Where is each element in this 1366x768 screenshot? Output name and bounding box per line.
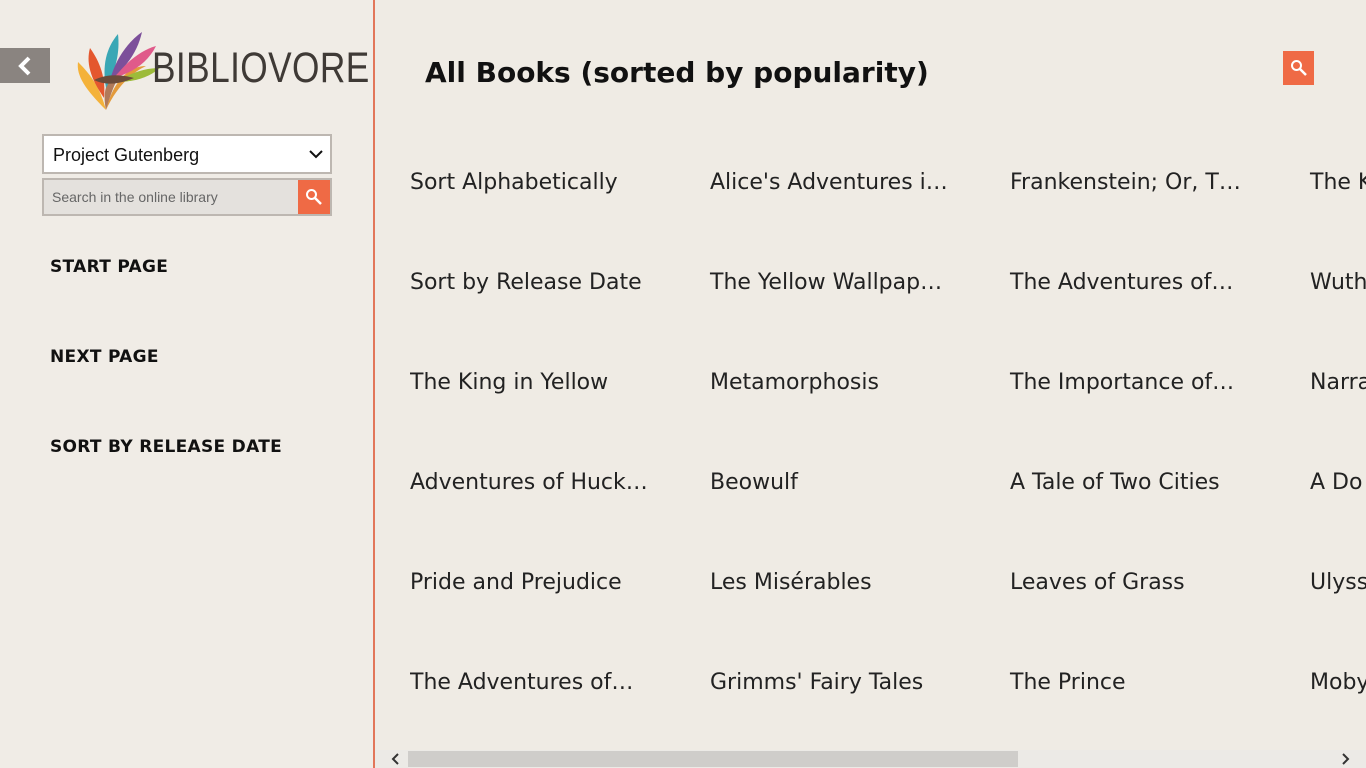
online-library-search xyxy=(42,178,332,216)
scroll-right-button[interactable] xyxy=(1334,750,1356,768)
grid-item[interactable]: The K xyxy=(1310,153,1366,213)
grid-item[interactable]: The Prince xyxy=(1010,653,1250,713)
grid-item[interactable]: The Adventures of… xyxy=(1010,253,1250,313)
scroll-left-button[interactable] xyxy=(385,750,407,768)
book-grid: Sort Alphabetically Sort by Release Date… xyxy=(410,150,1366,750)
pane-divider xyxy=(373,0,375,768)
nav-sort-by-release-date[interactable]: SORT BY RELEASE DATE xyxy=(50,437,282,457)
search-icon xyxy=(306,189,322,205)
grid-item[interactable]: Sort Alphabetically xyxy=(410,153,650,213)
grid-item[interactable]: Leaves of Grass xyxy=(1010,553,1250,613)
sidebar: BIBLIOVORE Project Gutenberg START PAGE … xyxy=(0,0,373,768)
horizontal-scrollbar[interactable] xyxy=(375,750,1366,768)
grid-item[interactable]: Narra xyxy=(1310,353,1366,413)
library-select[interactable]: Project Gutenberg xyxy=(42,134,332,174)
grid-item[interactable]: Adventures of Huck… xyxy=(410,453,650,513)
grid-item[interactable]: Grimms' Fairy Tales xyxy=(710,653,950,713)
search-icon xyxy=(1290,60,1307,76)
chevron-left-icon xyxy=(18,56,31,75)
top-search-button[interactable] xyxy=(1283,51,1314,85)
grid-item[interactable]: Beowulf xyxy=(710,453,950,513)
grid-item[interactable]: The Importance of… xyxy=(1010,353,1250,413)
grid-item[interactable]: Alice's Adventures i… xyxy=(710,153,950,213)
logo-text: BIBLIOVORE xyxy=(152,44,370,92)
grid-item[interactable]: Metamorphosis xyxy=(710,353,950,413)
nav-start-page[interactable]: START PAGE xyxy=(50,257,168,277)
grid-item[interactable]: Wuth xyxy=(1310,253,1366,313)
chevron-left-icon xyxy=(391,753,399,765)
grid-item[interactable]: Moby xyxy=(1310,653,1366,713)
grid-item[interactable]: Sort by Release Date xyxy=(410,253,650,313)
chevron-right-icon xyxy=(1342,753,1350,765)
grid-item[interactable]: Ulyss xyxy=(1310,553,1366,613)
search-button[interactable] xyxy=(298,180,330,214)
grid-item[interactable]: Les Misérables xyxy=(710,553,950,613)
search-input[interactable] xyxy=(44,180,296,214)
scrollbar-thumb[interactable] xyxy=(408,751,1018,767)
grid-item[interactable]: The King in Yellow xyxy=(410,353,650,413)
page-title: All Books (sorted by popularity) xyxy=(425,56,929,89)
back-button[interactable] xyxy=(0,48,50,83)
chevron-down-icon xyxy=(309,150,323,159)
library-select-value: Project Gutenberg xyxy=(53,145,200,165)
nav-next-page[interactable]: NEXT PAGE xyxy=(50,347,159,367)
grid-item[interactable]: The Adventures of… xyxy=(410,653,650,713)
grid-item[interactable]: Frankenstein; Or, T… xyxy=(1010,153,1250,213)
grid-item[interactable]: A Do xyxy=(1310,453,1366,513)
grid-item[interactable]: Pride and Prejudice xyxy=(410,553,650,613)
grid-item[interactable]: A Tale of Two Cities xyxy=(1010,453,1250,513)
app-logo: BIBLIOVORE xyxy=(76,18,369,114)
grid-item[interactable]: The Yellow Wallpap… xyxy=(710,253,950,313)
